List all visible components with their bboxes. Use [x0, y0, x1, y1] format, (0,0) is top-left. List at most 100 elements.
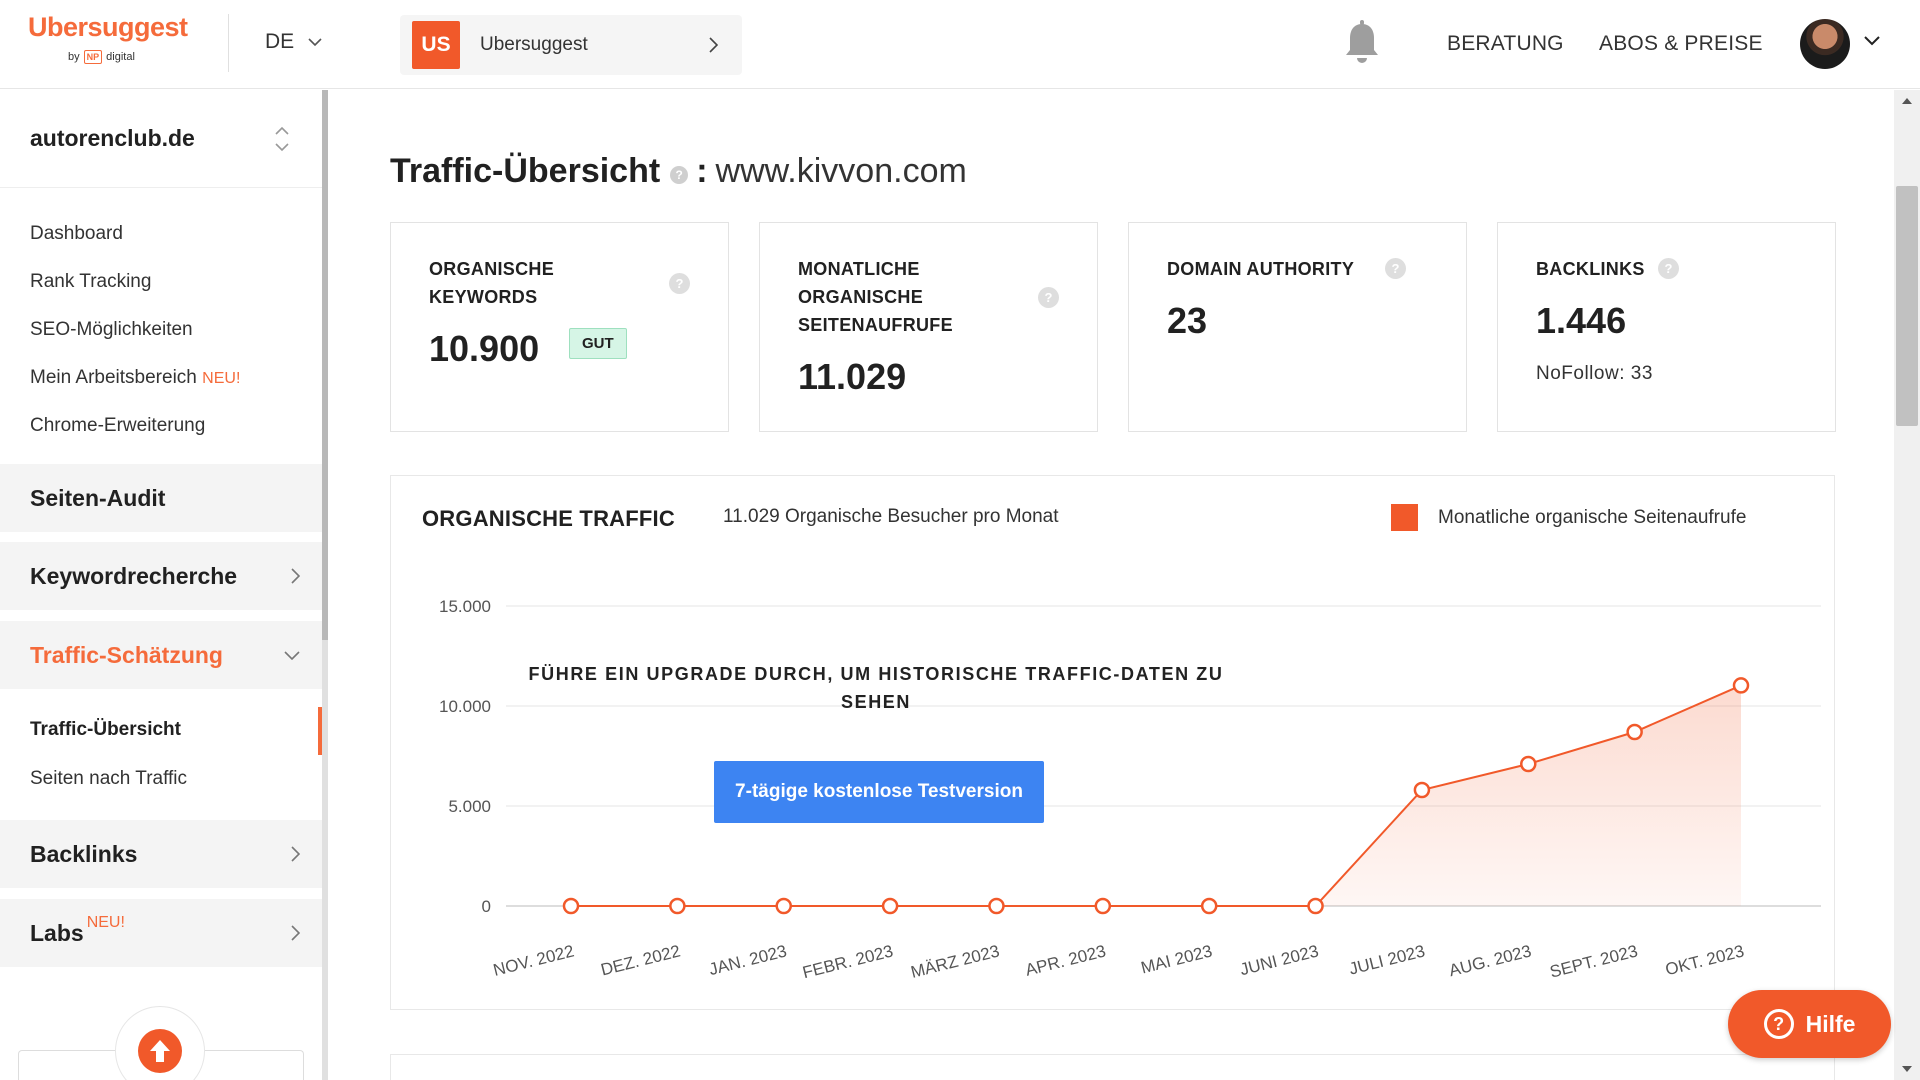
sidebar-section-audit[interactable]: Seiten-Audit — [0, 464, 322, 532]
x-tick-label: MAI 2023 — [1139, 941, 1214, 977]
card-label-line: ORGANISCHE — [798, 287, 924, 307]
x-tick-label: FEBR. 2023 — [801, 941, 895, 982]
card-label-line: SEITENAUFRUFE — [798, 315, 953, 335]
ubersuggest-logo[interactable]: Ubersuggest by NP digital — [28, 12, 198, 72]
site-name: autorenclub.de — [30, 125, 195, 151]
help-icon[interactable]: ? — [1038, 287, 1059, 308]
sidebar-section-traffic[interactable]: Traffic-Schätzung — [0, 621, 322, 689]
free-trial-button[interactable]: 7-tägige kostenlose Testversion — [714, 761, 1044, 823]
sidebar-item-rank-tracking[interactable]: Rank Tracking — [30, 258, 240, 306]
sidebar-item-seo-opportunities[interactable]: SEO-Möglichkeiten — [30, 306, 240, 354]
data-point — [881, 897, 899, 915]
main-content: Traffic-Übersicht ? : www.kivvon.com ORG… — [328, 90, 1894, 1080]
y-tick-label: 5.000 — [448, 797, 491, 816]
upgrade-message: FÜHRE EIN UPGRADE DURCH, UM HISTORISCHE … — [516, 660, 1236, 716]
data-point — [1520, 755, 1537, 773]
x-tick-label: APR. 2023 — [1023, 941, 1107, 979]
section-label: Labs — [30, 919, 84, 946]
help-icon[interactable]: ? — [1385, 258, 1406, 279]
page-scrollbar[interactable] — [1894, 90, 1920, 1080]
card-label-line: BACKLINKS — [1536, 259, 1645, 279]
help-button-label: Hilfe — [1805, 1010, 1856, 1037]
x-tick-label: DEZ. 2022 — [599, 941, 682, 979]
help-icon[interactable]: ? — [1658, 258, 1679, 279]
section-label: Backlinks — [30, 840, 138, 867]
x-tick-label: AUG. 2023 — [1447, 941, 1533, 980]
card-value: 11.029 — [798, 356, 907, 397]
sidebar-item-traffic-overview[interactable]: Traffic-Übersicht — [30, 719, 181, 741]
chevron-down-icon — [308, 37, 322, 46]
metric-card-keywords: ORGANISCHE KEYWORDS ? 10.900 GUT — [390, 222, 729, 432]
metric-card-pageviews: MONATLICHE ORGANISCHE SEITENAUFRUFE ? 11… — [759, 222, 1098, 432]
nav-pricing[interactable]: ABOS & PREISE — [1599, 32, 1763, 56]
data-point — [1200, 897, 1218, 915]
scroll-up-arrow-icon[interactable] — [1902, 98, 1912, 104]
sidebar-item-pages-by-traffic[interactable]: Seiten nach Traffic — [30, 768, 187, 790]
card-label: BACKLINKS — [1536, 255, 1645, 283]
card-label-line: ORGANISCHE — [429, 259, 555, 279]
sidebar: autorenclub.de Dashboard Rank Tracking S… — [0, 90, 322, 1080]
metric-card-backlinks: BACKLINKS ? 1.446 NoFollow: 33 — [1497, 222, 1836, 432]
data-point — [1094, 897, 1112, 915]
help-chat-button[interactable]: ? Hilfe — [1728, 990, 1891, 1058]
page-domain: www.kivvon.com — [715, 152, 967, 190]
new-badge: NEU! — [202, 370, 241, 387]
sidebar-section-keyword[interactable]: Keywordrecherche — [0, 542, 322, 610]
sidebar-item-chrome-extension[interactable]: Chrome-Erweiterung — [30, 402, 240, 450]
traffic-line-chart: 0 5.000 10.000 15.000 NOV. 2022 DEZ. 2022 JAN.… — [439, 597, 1821, 982]
top-bar: Ubersuggest by NP digital DE US Ubersugg… — [0, 0, 1920, 89]
card-value: 23 — [1167, 300, 1208, 341]
card-value: 1.446 — [1536, 300, 1627, 341]
nav-consulting[interactable]: BERATUNG — [1447, 32, 1564, 56]
data-point — [988, 897, 1005, 915]
section-label: Traffic-Schätzung — [30, 641, 223, 668]
sidebar-section-backlinks[interactable]: Backlinks — [0, 820, 322, 888]
y-tick-label: 10.000 — [439, 697, 491, 716]
x-tick-label: NOV. 2022 — [491, 941, 576, 979]
next-card — [390, 1054, 1835, 1080]
upgrade-message-line: SEHEN — [840, 692, 911, 712]
logo-digital: digital — [106, 51, 135, 63]
site-selector[interactable]: autorenclub.de — [0, 90, 322, 188]
data-point — [775, 897, 792, 915]
scroll-down-arrow-icon[interactable] — [1902, 1066, 1912, 1072]
chevron-right-icon — [709, 37, 718, 53]
card-label: MONATLICHE ORGANISCHE SEITENAUFRUFE — [798, 255, 953, 339]
sidebar-item-dashboard[interactable]: Dashboard — [30, 210, 240, 258]
title-colon: : — [696, 152, 708, 190]
help-icon[interactable]: ? — [669, 273, 690, 294]
data-point — [1626, 723, 1643, 741]
help-icon[interactable]: ? — [670, 165, 689, 184]
logo-by: by — [68, 51, 80, 63]
card-label-line: KEYWORDS — [429, 287, 538, 307]
sidebar-item-workspace[interactable]: Mein Arbeitsbereich NEU! — [30, 354, 240, 402]
upgrade-arrow-button[interactable] — [138, 1029, 182, 1073]
scrollbar-thumb[interactable] — [1896, 186, 1918, 426]
x-tick-label: MÄRZ 2023 — [909, 941, 1002, 981]
organic-traffic-chart-card: ORGANISCHE TRAFFIC 11.029 Organische Bes… — [390, 475, 1835, 1010]
sidebar-section-labs[interactable]: Labs NEU! — [0, 899, 322, 967]
header-divider — [228, 14, 229, 72]
language-selector[interactable]: DE — [265, 30, 322, 54]
card-label: DOMAIN AUTHORITY — [1167, 255, 1354, 283]
section-label: Keywordrecherche — [30, 562, 238, 589]
chevron-down-icon[interactable] — [1864, 36, 1880, 46]
x-tick-label: JUNI 2023 — [1238, 941, 1321, 979]
x-tick-label: OKT. 2023 — [1663, 941, 1746, 979]
chevron-right-icon — [291, 925, 300, 941]
data-point — [1307, 897, 1324, 915]
bell-icon[interactable] — [1344, 20, 1380, 66]
data-point — [1732, 677, 1750, 694]
sidebar-item-label: Mein Arbeitsbereich — [30, 367, 197, 388]
sort-updown-icon — [275, 126, 289, 151]
card-label-line: MONATLICHE — [798, 259, 920, 279]
status-badge: GUT — [569, 328, 627, 359]
card-label-line: DOMAIN AUTHORITY — [1167, 259, 1355, 279]
avatar[interactable] — [1800, 19, 1850, 69]
card-label: ORGANISCHE KEYWORDS — [429, 255, 554, 311]
arrow-up-icon — [150, 1040, 170, 1062]
sidebar-links: Dashboard Rank Tracking SEO-Möglichkeite… — [30, 210, 240, 450]
metric-card-domain-authority: DOMAIN AUTHORITY ? 23 — [1128, 222, 1467, 432]
project-selector[interactable]: US Ubersuggest — [400, 15, 742, 75]
logo-text: Ubersuggest — [28, 12, 188, 42]
